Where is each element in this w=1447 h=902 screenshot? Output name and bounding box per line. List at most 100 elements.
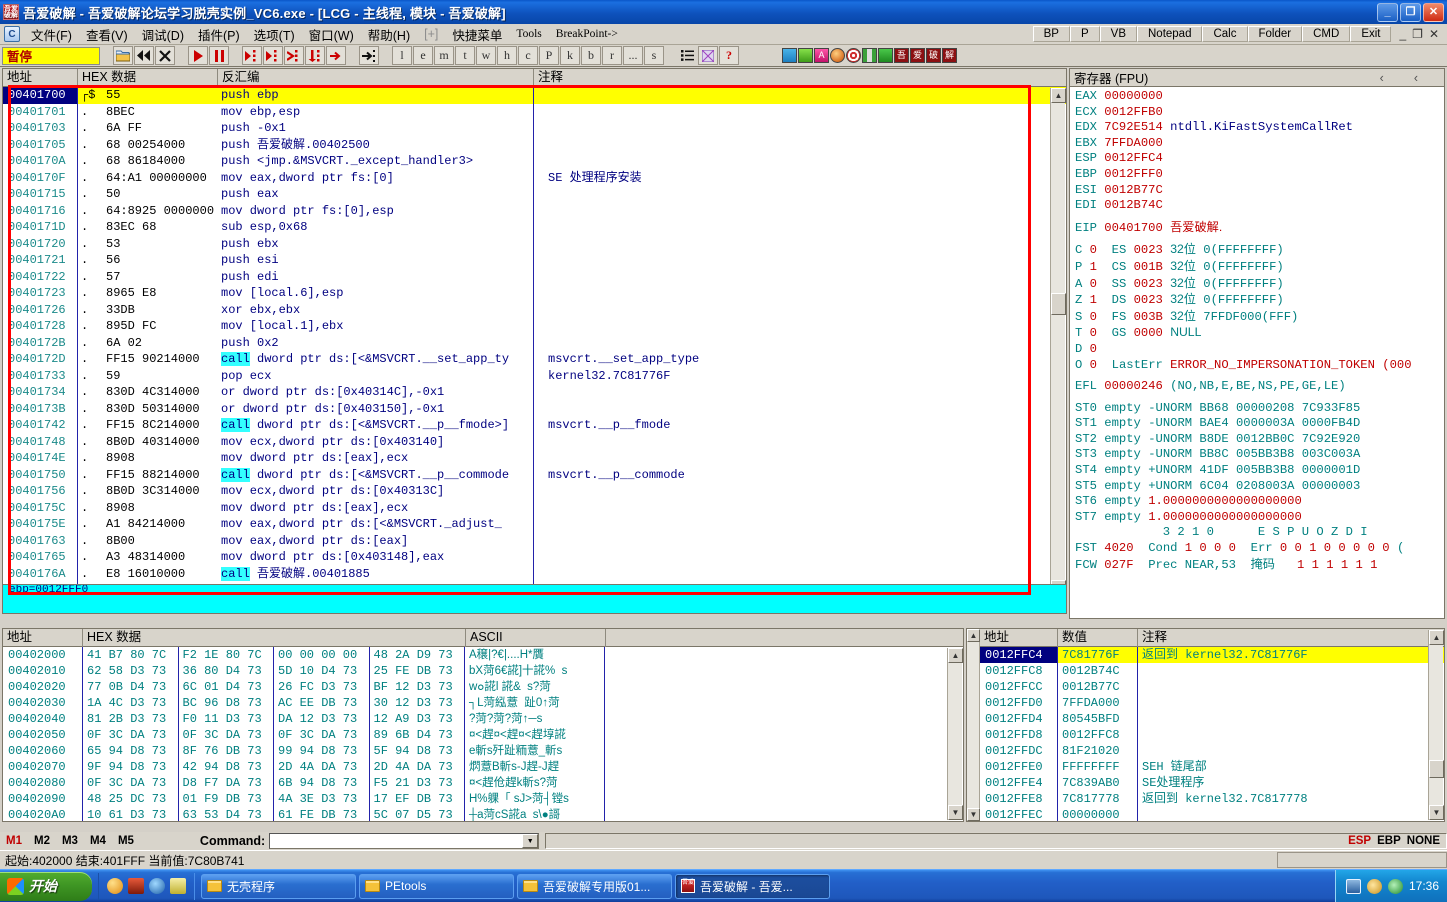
memory-label-m5[interactable]: M5: [112, 835, 140, 847]
monitor-icon[interactable]: [1345, 878, 1361, 894]
dump-row[interactable]: 00402050 0F 3C DA 73 0F 3C DA 73 0F 3C DA 7…: [3, 727, 963, 743]
mdi-minimize-button[interactable]: _: [1399, 27, 1406, 41]
menu-button-cmd[interactable]: CMD: [1302, 26, 1351, 42]
dump-header-hex[interactable]: HEX 数据: [83, 629, 466, 647]
disassembly-row[interactable]: 0040173B. 830D 50314000 or dword ptr ds:[0…: [3, 400, 1066, 417]
execute-till-return-icon[interactable]: [284, 46, 304, 65]
column-header-disassembly[interactable]: 反汇编: [218, 69, 534, 87]
flag-d[interactable]: D 0: [1075, 342, 1444, 358]
close-button[interactable]: ✕: [1423, 2, 1444, 22]
disassembly-row[interactable]: 0040176A. E8 16010000 call 吾爱破解.00401885: [3, 565, 1066, 582]
window-button-e[interactable]: e: [413, 46, 433, 65]
disassembly-row[interactable]: 00401723. 8965 E8 mov [local.6],esp: [3, 285, 1066, 302]
disassembly-row[interactable]: 0040172B. 6A 02 push 0x2: [3, 334, 1066, 351]
window-button-w[interactable]: w: [476, 46, 496, 65]
network-icon[interactable]: [1387, 878, 1403, 894]
fpu-st6[interactable]: ST6 empty 1.0000000000000000000: [1075, 494, 1444, 510]
start-button[interactable]: 开始: [0, 871, 92, 901]
scroll-up-icon[interactable]: ▲: [1051, 88, 1066, 103]
fpu-control-word[interactable]: FCW 027F Prec NEAR,53 掩码 1 1 1 1 1 1: [1075, 557, 1444, 574]
fpu-status-word[interactable]: FST 4020 Cond 1 0 0 0 Err 0 0 1 0 0 0 0 …: [1075, 541, 1444, 557]
fpu-st2[interactable]: ST2 empty -UNORM B8DE 0012BB0C 7C92E920: [1075, 432, 1444, 448]
dump-row[interactable]: 00402010 62 58 D3 73 36 80 D4 73 5D 10 D4 7…: [3, 663, 963, 679]
flag-c[interactable]: C 0 ES 0023 32位 0(FFFFFFFF): [1075, 242, 1444, 259]
disassembly-row[interactable]: 00401720. 53 push ebx: [3, 235, 1066, 252]
plugin-icon-hex[interactable]: [862, 48, 877, 63]
menu-shortcut[interactable]: 快捷菜单: [445, 23, 509, 46]
plugin-icon-a[interactable]: A: [814, 48, 829, 63]
disassembly-row[interactable]: 00401733. 59 pop ecx kernel32.7C81776F: [3, 367, 1066, 384]
plugin-icon-jie[interactable]: 解: [942, 48, 957, 63]
disassembly-row[interactable]: 00401726. 33DB xor ebx,ebx: [3, 301, 1066, 318]
column-header-hex[interactable]: HEX 数据: [78, 69, 218, 87]
register-ebx[interactable]: EBX 7FFDA000: [1075, 136, 1444, 152]
stack-row[interactable]: 0012FFC4 7C81776F 返回到 kernel32.7C81776F: [980, 647, 1444, 663]
volume-icon[interactable]: [1366, 878, 1382, 894]
stack-header-comment[interactable]: 注释: [1138, 629, 1444, 647]
stack-row[interactable]: 0012FFE4 7C839AB0 SE处理程序: [980, 775, 1444, 791]
options-list-icon[interactable]: [677, 46, 697, 65]
disassembly-row[interactable]: 00401701. 8BEC mov ebp,esp: [3, 103, 1066, 120]
stack-row[interactable]: 0012FFEC 00000000: [980, 807, 1444, 821]
disassembly-row[interactable]: 0040175C. 8908 mov dword ptr ds:[eax],ecx: [3, 499, 1066, 516]
register-esi[interactable]: ESI 0012B77C: [1075, 183, 1444, 199]
stack-left-scrollbar[interactable]: ▲ ▼: [967, 629, 980, 821]
fpu-st3[interactable]: ST3 empty -UNORM BB8C 005BB3B8 003C003A: [1075, 447, 1444, 463]
menu-plugins[interactable]: 插件(P): [191, 23, 247, 46]
disassembly-row[interactable]: 00401742. FF15 8C214000 call dword ptr ds:…: [3, 417, 1066, 434]
disassembly-scrollbar[interactable]: ▲ ▼: [1050, 88, 1066, 595]
window-button-r[interactable]: r: [602, 46, 622, 65]
dump-row[interactable]: 00402030 1A 4C D3 73 BC 96 D8 73 AC EE DB 7…: [3, 695, 963, 711]
disassembly-row[interactable]: 00401748. 8B0D 40314000 mov ecx,dword ptr …: [3, 433, 1066, 450]
menu-button-exit[interactable]: Exit: [1350, 26, 1392, 42]
window-button-b[interactable]: b: [581, 46, 601, 65]
stack-header-value[interactable]: 数值: [1058, 629, 1138, 647]
chevron-left-icon-2[interactable]: ‹: [1414, 71, 1418, 85]
plugin-icon-orange[interactable]: [830, 48, 845, 63]
media-icon[interactable]: [128, 878, 144, 894]
disassembly-scroll-thumb[interactable]: [1051, 293, 1066, 315]
dump-row[interactable]: 004020A0 10 61 D3 73 63 53 D4 73 61 FE DB 7…: [3, 807, 963, 821]
registers-content[interactable]: EAX 00000000 ECX 0012FFB0 EDX 7C92E514 ntd…: [1070, 87, 1444, 573]
disassembly-row[interactable]: 0040175E. A1 84214000 mov eax,dword ptr ds…: [3, 516, 1066, 533]
animate-into-icon[interactable]: [305, 46, 325, 65]
dump-row[interactable]: 00402090 48 25 DC 73 01 F9 DB 73 4A 3E D3 7…: [3, 791, 963, 807]
stack-scroll-up-icon[interactable]: ▲: [1429, 630, 1444, 645]
command-input[interactable]: ▼: [269, 833, 540, 849]
register-esp[interactable]: ESP 0012FFC4: [1075, 151, 1444, 167]
menu-window[interactable]: 窗口(W): [302, 23, 361, 46]
step-over-icon[interactable]: [263, 46, 283, 65]
menu-file[interactable]: 文件(F): [24, 23, 79, 46]
dump-row[interactable]: 00402070 9F 94 D8 73 42 94 D8 73 2D 4A DA 7…: [3, 759, 963, 775]
disassembly-rows[interactable]: 00401700 ┌$ 55 push ebp 00401701. 8BEC mov ebp…: [3, 87, 1066, 597]
step-into-icon[interactable]: [242, 46, 262, 65]
disassembly-row[interactable]: 00401705. 68 00254000 push 吾爱破解.00402500: [3, 136, 1066, 153]
browser-icon[interactable]: [149, 878, 165, 894]
plugin-icon-sync[interactable]: [782, 48, 797, 63]
taskbar-item-wuaipojie-folder[interactable]: 吾爱破解专用版01...: [517, 873, 672, 899]
plugin-grid-icon[interactable]: [698, 46, 718, 65]
flag-a[interactable]: A 0 SS 0023 32位 0(FFFFFFFF): [1075, 276, 1444, 293]
plugin-icon-target[interactable]: [846, 48, 861, 63]
plugin-icon-po[interactable]: 破: [926, 48, 941, 63]
menu-button-calc[interactable]: Calc: [1202, 26, 1248, 42]
plugin-icon-window[interactable]: [878, 48, 893, 63]
stack-left-up-icon[interactable]: ▲: [967, 629, 980, 642]
menu-view[interactable]: 查看(V): [79, 23, 135, 46]
window-button-l[interactable]: l: [392, 46, 412, 65]
dump-row[interactable]: 00402000 41 B7 80 7C F2 1E 80 7C 00 00 00 0…: [3, 647, 963, 663]
window-button-k[interactable]: k: [560, 46, 580, 65]
execute-till-cursor-icon[interactable]: [326, 46, 346, 65]
stack-rows[interactable]: 0012FFC4 7C81776F 返回到 kernel32.7C81776F 001…: [967, 647, 1444, 821]
window-button-s[interactable]: s: [644, 46, 664, 65]
restore-button[interactable]: ❐: [1400, 2, 1421, 22]
menu-button-bp[interactable]: BP: [1032, 26, 1070, 42]
window-button-more[interactable]: ...: [623, 46, 643, 65]
flag-s[interactable]: S 0 FS 003B 32位 7FFDF000(FFF): [1075, 309, 1444, 326]
pause-icon[interactable]: [209, 46, 229, 65]
fpu-st1[interactable]: ST1 empty -UNORM BAE4 0000003A 0000FB4D: [1075, 416, 1444, 432]
stack-row[interactable]: 0012FFCC 0012B77C: [980, 679, 1444, 695]
register-efl[interactable]: EFL 00000246 (NO,NB,E,BE,NS,PE,GE,LE): [1075, 379, 1444, 395]
column-header-comment[interactable]: 注释: [534, 69, 1066, 87]
menu-breakpoint[interactable]: BreakPoint->: [549, 26, 625, 42]
